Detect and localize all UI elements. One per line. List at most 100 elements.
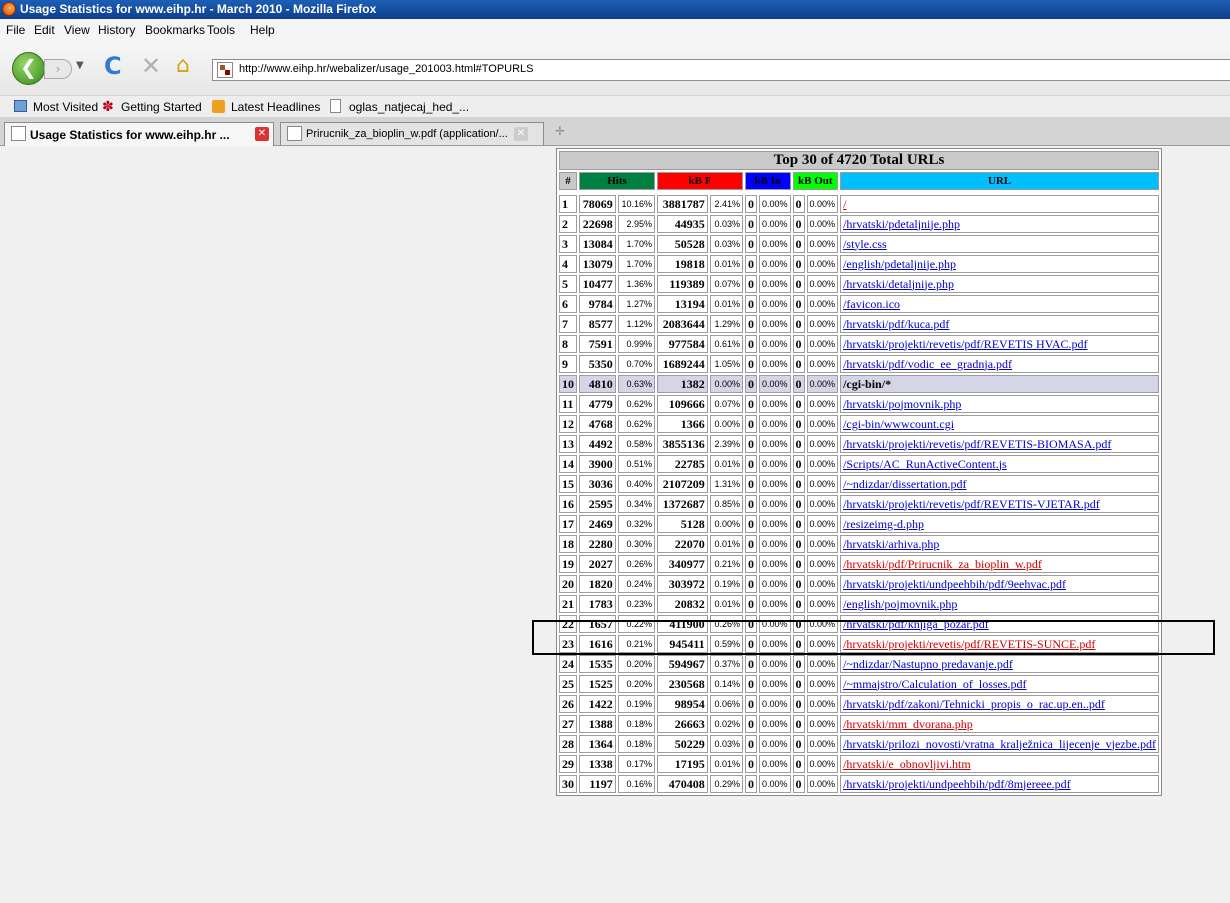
table-row: 29 1338 0.17% 17195 0.01% 0 0.00% 0 0.00%/hrvats… [559,755,1159,773]
url-link[interactable]: /hrvatski/pdetaljnije.php [843,217,960,231]
rank-cell: 24 [559,655,577,673]
url-link[interactable]: /hrvatski/detaljnije.php [843,277,954,291]
hits-cell: 1422 [579,695,616,713]
hits-cell: 1364 [579,735,616,753]
reload-icon[interactable]: C [104,52,122,80]
menu-bookmarks[interactable]: Bookmarks [145,23,205,37]
url-link[interactable]: /hrvatski/e_obnovljivi.htm [843,757,971,771]
url-link[interactable]: /resizeimg-d.php [843,517,924,531]
bookmark-getting-started[interactable]: Getting Started [121,100,202,114]
kbin-pct-cell: 0.00% [759,295,791,313]
url-link[interactable]: /hrvatski/projekti/revetis/pdf/REVETIS H… [843,337,1087,351]
url-link[interactable]: /hrvatski/mm_dvorana.php [843,717,973,731]
kbin-cell: 0 [745,195,757,213]
close-tab-icon[interactable]: ✕ [255,127,269,141]
url-link[interactable]: /Scripts/AC_RunActiveContent.js [843,457,1007,471]
kbin-cell: 0 [745,555,757,573]
url-link[interactable]: /cgi-bin/wwwcount.cgi [843,417,954,431]
kbin-cell: 0 [745,675,757,693]
url-link[interactable]: /hrvatski/pdf/zakoni/Tehnicki_propis_o_r… [843,697,1105,711]
url-link[interactable]: /hrvatski/projekti/revetis/pdf/REVETIS-V… [843,497,1100,511]
rank-cell: 29 [559,755,577,773]
menu-file[interactable]: File [6,23,25,37]
url-link[interactable]: /favicon.ico [843,297,900,311]
url-link[interactable]: /~ndizdar/dissertation.pdf [843,477,966,491]
hits-cell: 2280 [579,535,616,553]
hits-pct-cell: 0.26% [617,555,655,573]
url-link[interactable]: /hrvatski/pdf/kuca.pdf [843,317,949,331]
hits-cell: 4810 [579,375,616,393]
kbf-pct-cell: 0.37% [709,655,743,673]
tab-prirucnik-pdf[interactable]: Prirucnik_za_bioplin_w.pdf (application/… [280,122,544,145]
rank-cell: 27 [559,715,577,733]
kbin-cell: 0 [745,415,757,433]
menu-help[interactable]: Help [250,23,275,37]
hits-cell: 5350 [579,355,616,373]
menu-view[interactable]: View [64,23,90,37]
home-icon[interactable]: ⌂ [176,53,190,78]
kbf-pct-cell: 2.39% [709,435,743,453]
hits-cell: 1820 [579,575,616,593]
rank-cell: 6 [559,295,577,313]
url-link[interactable]: /~mmajstro/Calculation_of_losses.pdf [843,677,1026,691]
kbout-cell: 0 [792,195,805,213]
url-link[interactable]: /hrvatski/pdf/vodic_ee_gradnja.pdf [843,357,1012,371]
kbout-pct-cell: 0.00% [806,435,839,453]
url-link[interactable]: /english/pdetaljnije.php [843,257,956,271]
back-button[interactable]: ❮ [12,52,45,85]
address-bar[interactable]: http://www.eihp.hr/webalizer/usage_20100… [212,59,1230,81]
kbout-pct-cell: 0.00% [806,235,839,253]
hits-pct-cell: 0.58% [617,435,655,453]
url-link[interactable]: /english/pojmovnik.php [843,597,957,611]
new-tab-icon[interactable]: ✛ [555,124,565,138]
url-link[interactable]: /hrvatski/arhiva.php [843,537,939,551]
kbf-pct-cell: 0.03% [709,215,743,233]
hits-cell: 7591 [579,335,616,353]
hits-pct-cell: 10.16% [617,195,655,213]
url-link[interactable]: /hrvatski/pojmovnik.php [843,397,961,411]
kbout-pct-cell: 0.00% [806,355,839,373]
top-urls-table-wrapper: Top 30 of 4720 Total URLs # Hits kB F kB… [556,148,1162,796]
kbf-cell: 2107209 [657,475,708,493]
close-tab-icon[interactable]: ✕ [514,127,528,141]
kbin-cell: 0 [745,435,757,453]
bookmark-oglas[interactable]: oglas_natjecaj_hed_... [349,100,469,114]
history-dropdown-icon[interactable]: ▼ [76,60,84,71]
kbin-pct-cell: 0.00% [759,195,791,213]
url-link[interactable]: /hrvatski/projekti/undpeehbih/pdf/9eehva… [843,577,1066,591]
tab-usage-statistics[interactable]: Usage Statistics for www.eihp.hr ... ✕ [4,122,274,146]
url-link[interactable]: /hrvatski/pdf/Prirucnik_za_bioplin_w.pdf [843,557,1042,571]
url-link[interactable]: /style.css [843,237,887,251]
kbf-pct-cell: 0.03% [709,235,743,253]
stop-icon[interactable]: ✕ [141,52,161,80]
bookmark-latest-headlines[interactable]: Latest Headlines [231,100,320,114]
kbout-cell: 0 [792,255,805,273]
bookmark-most-visited[interactable]: Most Visited [33,100,98,114]
kbout-pct-cell: 0.00% [806,475,839,493]
hits-pct-cell: 0.20% [617,675,655,693]
kbout-cell: 0 [792,215,805,233]
kbf-pct-cell: 0.02% [709,715,743,733]
url-link[interactable]: / [843,197,846,211]
table-row: 7 8577 1.12% 2083644 1.29% 0 0.00% 0 0.00%/hrvat… [559,315,1159,333]
menu-tools[interactable]: Tools [207,23,235,37]
kbf-pct-cell: 1.29% [709,315,743,333]
menu-edit[interactable]: Edit [34,23,55,37]
menu-history[interactable]: History [98,23,135,37]
forward-button[interactable]: › [44,59,72,79]
kbin-pct-cell: 0.00% [759,675,791,693]
kbout-cell: 0 [792,295,805,313]
url-link[interactable]: /hrvatski/prilozi_novosti/vratna_kraljež… [843,737,1156,751]
url-link[interactable]: /hrvatski/projekti/revetis/pdf/REVETIS-B… [843,437,1111,451]
hits-cell: 2595 [579,495,616,513]
kbin-cell: 0 [745,755,757,773]
kbout-cell: 0 [792,755,805,773]
hits-cell: 3036 [579,475,616,493]
url-cell: / [840,195,1159,213]
tab-label: Usage Statistics for www.eihp.hr ... [30,128,230,142]
url-link[interactable]: /hrvatski/projekti/undpeehbih/pdf/8mjere… [843,777,1071,791]
kbout-cell: 0 [792,535,805,553]
kbout-pct-cell: 0.00% [806,295,839,313]
table-row: 26 1422 0.19% 98954 0.06% 0 0.00% 0 0.00%/hrvats… [559,695,1159,713]
url-link[interactable]: /~ndizdar/Nastupno predavanje.pdf [843,657,1013,671]
